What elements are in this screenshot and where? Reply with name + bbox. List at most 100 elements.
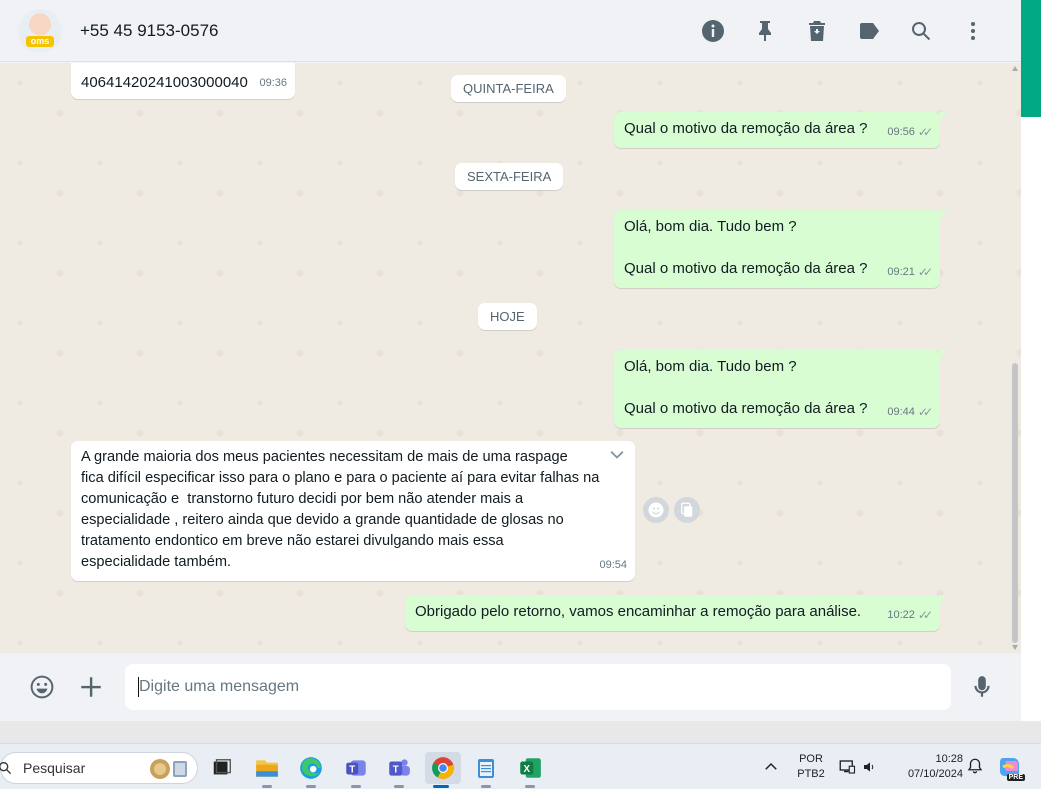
message-meta: 10:22 ✓✓ bbox=[887, 605, 933, 626]
message-meta: 09:54 bbox=[599, 555, 627, 576]
message-time: 09:54 bbox=[599, 559, 627, 571]
copy-icon bbox=[681, 502, 693, 517]
network-icon bbox=[839, 760, 856, 774]
date-separator: QUINTA-FEIRA bbox=[451, 75, 566, 102]
delete-chat-button[interactable] bbox=[791, 9, 843, 53]
read-ticks-icon: ✓✓ bbox=[917, 265, 933, 279]
edge-browser-icon bbox=[300, 757, 322, 779]
taskbar-task-view[interactable] bbox=[206, 752, 238, 784]
react-button[interactable] bbox=[643, 497, 669, 523]
message-text: 40641420241003000040 bbox=[81, 74, 248, 91]
taskbar-file-explorer[interactable] bbox=[251, 752, 283, 788]
message-input[interactable] bbox=[125, 664, 951, 710]
chevron-down-icon bbox=[610, 451, 624, 459]
side-accent-strip bbox=[1021, 0, 1041, 117]
scroll-down-arrow[interactable] bbox=[1012, 645, 1018, 650]
message-meta: 09:56 ✓✓ bbox=[887, 122, 933, 143]
message-time: 09:21 bbox=[887, 266, 915, 278]
window-bottom-edge bbox=[0, 721, 1041, 743]
date-separator: SEXTA-FEIRA bbox=[455, 163, 564, 190]
teams-icon: T bbox=[346, 760, 366, 776]
side-panel-edge bbox=[1021, 117, 1041, 747]
taskbar-excel[interactable]: X bbox=[514, 752, 546, 788]
text-caret bbox=[138, 677, 139, 697]
taskbar-search-label: Pesquisar bbox=[23, 760, 86, 776]
label-icon bbox=[860, 23, 879, 39]
date-separator: HOJE bbox=[478, 303, 537, 330]
message-time: 09:44 bbox=[887, 406, 915, 418]
taskbar-chrome[interactable] bbox=[425, 752, 461, 788]
clock-date: 07/10/2024 bbox=[907, 768, 963, 780]
svg-text:T: T bbox=[393, 764, 399, 775]
pin-icon bbox=[759, 21, 771, 41]
copy-button[interactable] bbox=[674, 497, 700, 523]
svg-text:X: X bbox=[523, 764, 530, 775]
attach-button[interactable] bbox=[75, 671, 107, 703]
app-indicator bbox=[481, 785, 491, 788]
message-incoming[interactable]: A grande maioria dos meus pacientes nece… bbox=[71, 441, 635, 581]
show-hidden-icons-button[interactable] bbox=[762, 758, 780, 776]
search-chat-button[interactable] bbox=[895, 9, 947, 53]
message-text: Obrigado pelo retorno, vamos encaminhar … bbox=[415, 603, 862, 620]
read-ticks-icon: ✓✓ bbox=[917, 608, 933, 622]
taskbar-teams-classic[interactable]: T bbox=[340, 752, 372, 788]
notepad-icon bbox=[478, 759, 494, 778]
chevron-up-icon bbox=[765, 762, 777, 770]
folder-icon bbox=[256, 760, 278, 777]
search-icon bbox=[0, 762, 12, 775]
chrome-browser-icon bbox=[432, 757, 454, 779]
emoji-icon bbox=[30, 675, 54, 699]
message-outgoing[interactable]: Olá, bom dia. Tudo bem ? Qual o motivo d… bbox=[614, 350, 947, 428]
contact-avatar[interactable]: oms bbox=[18, 8, 62, 53]
header-actions bbox=[687, 0, 999, 62]
app-indicator bbox=[262, 785, 272, 788]
kebab-menu-icon bbox=[971, 22, 975, 40]
message-options-button[interactable] bbox=[591, 441, 635, 469]
language-indicator[interactable]: POR PTB2 bbox=[793, 752, 829, 782]
message-time: 09:56 bbox=[887, 126, 915, 138]
windows-taskbar: Pesquisar T T X POR PTB2 10:28 07/10/202… bbox=[0, 743, 1041, 789]
language-code: POR bbox=[799, 753, 823, 765]
message-incoming[interactable]: 40641420241003000040 09:36 bbox=[71, 63, 295, 99]
clock[interactable]: 10:28 07/10/2024 bbox=[893, 752, 963, 782]
voice-message-button[interactable] bbox=[966, 671, 998, 703]
message-text: Olá, bom dia. Tudo bem ? Qual o motivo d… bbox=[624, 218, 868, 277]
message-text: Qual o motivo da remoção da área ? bbox=[624, 120, 868, 137]
chat-scrollbar[interactable] bbox=[1012, 363, 1018, 643]
message-meta: 09:36 bbox=[259, 73, 287, 94]
scroll-up-arrow[interactable] bbox=[1012, 66, 1018, 71]
label-chat-button[interactable] bbox=[843, 9, 895, 53]
taskbar-teams[interactable]: T bbox=[383, 752, 415, 788]
message-meta: 09:44 ✓✓ bbox=[887, 402, 933, 423]
taskbar-notepad[interactable] bbox=[470, 752, 502, 788]
pin-chat-button[interactable] bbox=[739, 9, 791, 53]
emoji-icon bbox=[648, 502, 664, 518]
app-indicator bbox=[433, 785, 449, 788]
message-meta: 09:21 ✓✓ bbox=[887, 262, 933, 283]
emoji-button[interactable] bbox=[26, 671, 58, 703]
message-outgoing[interactable]: Qual o motivo da remoção da área ? 09:56… bbox=[614, 112, 947, 148]
taskbar-edge[interactable] bbox=[295, 752, 327, 788]
clock-time: 10:28 bbox=[935, 753, 963, 765]
read-ticks-icon: ✓✓ bbox=[917, 405, 933, 419]
copilot-button[interactable]: PRE bbox=[997, 753, 1025, 781]
message-outgoing[interactable]: Obrigado pelo retorno, vamos encaminhar … bbox=[405, 595, 947, 631]
contact-name[interactable]: +55 45 9153-0576 bbox=[80, 21, 219, 41]
notifications-button[interactable] bbox=[966, 757, 984, 777]
taskbar-search-box[interactable]: Pesquisar bbox=[0, 752, 198, 784]
compose-bar bbox=[0, 653, 1021, 721]
menu-button[interactable] bbox=[947, 9, 999, 53]
app-indicator bbox=[306, 785, 316, 788]
microphone-icon bbox=[974, 676, 990, 697]
keyboard-layout: PTB2 bbox=[797, 768, 825, 780]
teams-icon: T bbox=[389, 759, 410, 776]
message-outgoing[interactable]: Olá, bom dia. Tudo bem ? Qual o motivo d… bbox=[614, 210, 947, 288]
search-icon bbox=[912, 22, 931, 41]
contact-info-button[interactable] bbox=[687, 9, 739, 53]
message-list[interactable]: 40641420241003000040 09:36 QUINTA-FEIRA … bbox=[0, 63, 1021, 653]
info-icon bbox=[702, 20, 724, 42]
trash-icon bbox=[809, 21, 825, 41]
app-indicator bbox=[525, 785, 535, 788]
network-volume-tray[interactable] bbox=[838, 757, 882, 777]
chat-header: oms +55 45 9153-0576 bbox=[0, 0, 1021, 62]
